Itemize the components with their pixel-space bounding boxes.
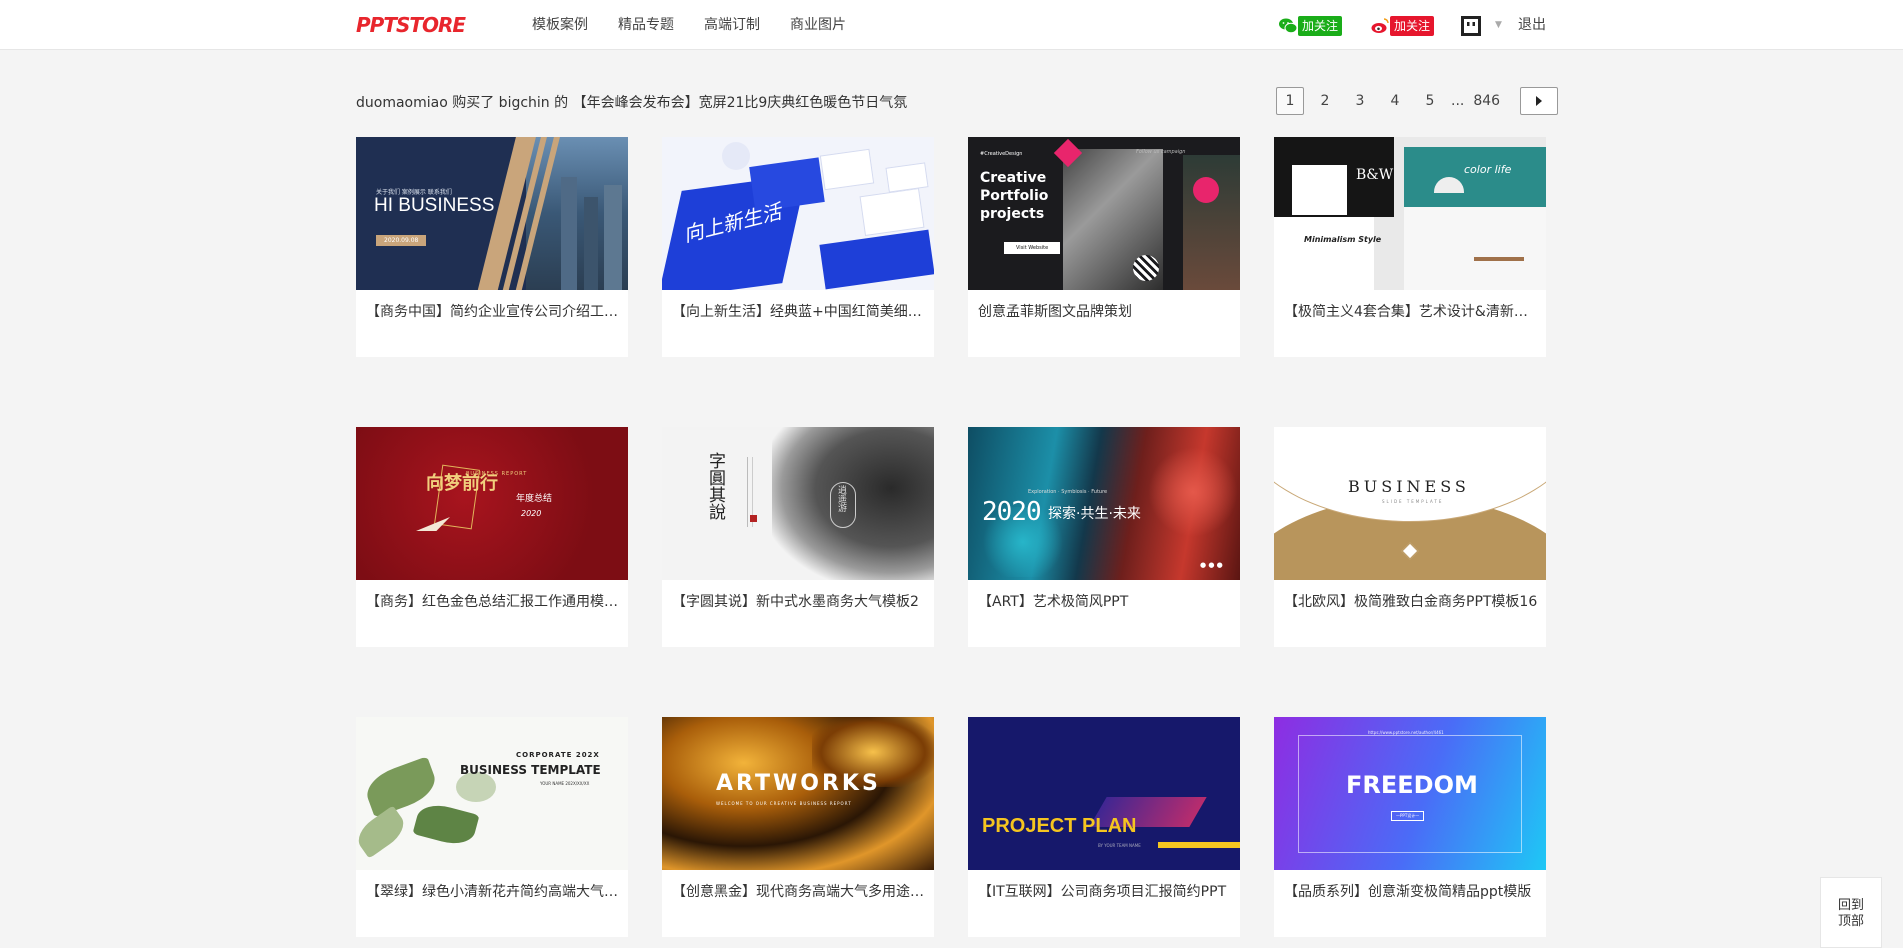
thumb-text: BUSINESS REPORT: [466, 471, 528, 477]
template-card[interactable]: ARTWORKS WELCOME TO OUR CREATIVE BUSINES…: [662, 717, 934, 937]
weibo-icon: [1371, 18, 1389, 33]
page-ellipsis: ...: [1451, 93, 1465, 109]
page-1[interactable]: 1: [1276, 87, 1304, 115]
thumb-text: color life: [1464, 163, 1512, 176]
template-card[interactable]: B&W color life Minimalism Style 【极简主义4套合…: [1274, 137, 1546, 357]
wechat-follow-label: 加关注: [1298, 16, 1343, 36]
thumb-heading: HI BUSINESS: [374, 195, 495, 216]
next-page-button[interactable]: [1520, 87, 1559, 115]
thumb-heading: 2020: [982, 497, 1042, 527]
card-title[interactable]: 【IT互联网】公司商务项目汇报简约PPT: [978, 882, 1232, 902]
thumb-text: Exploration · Symbiosis · Future: [1028, 489, 1108, 495]
card-thumbnail[interactable]: Exploration · Symbiosis · Future 2020 探索…: [968, 427, 1240, 580]
card-title[interactable]: 【商务中国】简约企业宣传公司介绍工作汇报PPT模板: [366, 302, 620, 322]
template-card[interactable]: 逍遥游 字圓其說 【字圆其说】新中式水墨商务大气模板2: [662, 427, 934, 647]
thumb-text: Follow us campaign: [1136, 149, 1186, 155]
card-thumbnail[interactable]: 关于我们 案例展示 联系我们 HI BUSINESS 2020.09.08: [356, 137, 628, 290]
thumb-icons: ● ● ●: [1200, 561, 1223, 569]
thumb-heading: 字圓其說: [705, 452, 725, 520]
card-thumbnail[interactable]: 逍遥游 字圓其說: [662, 427, 934, 580]
card-thumbnail[interactable]: CORPORATE 202X BUSINESS TEMPLATE YOUR NA…: [356, 717, 628, 870]
thumb-text: SLIDE TEMPLATE: [1382, 499, 1444, 504]
thumb-text: #CreativeDesign: [980, 151, 1023, 157]
template-card[interactable]: CORPORATE 202X BUSINESS TEMPLATE YOUR NA…: [356, 717, 628, 937]
template-card[interactable]: https://www.pptstore.net/author/4461 FRE…: [1274, 717, 1546, 937]
thumb-heading: BUSINESS: [1348, 477, 1470, 496]
user-avatar-icon[interactable]: [1460, 15, 1482, 37]
thumb-text: 探索·共生·未来: [1048, 506, 1141, 522]
thumb-heading: BUSINESS TEMPLATE: [460, 763, 601, 777]
user-menu-caret-icon[interactable]: ▼: [1495, 20, 1502, 30]
purchase-ticker[interactable]: duomaomiao 购买了 bigchin 的 【年会峰会发布会】宽屏21比9…: [356, 92, 907, 112]
pagination: 1 2 3 4 5 ... 846: [1276, 87, 1559, 115]
card-thumbnail[interactable]: 向上新生活: [662, 137, 934, 290]
thumb-text: YOUR NAME 202X/XX/XX: [540, 781, 590, 786]
template-card[interactable]: Exploration · Symbiosis · Future 2020 探索…: [968, 427, 1240, 647]
thumb-text: 年度总结: [516, 494, 553, 504]
thumb-date: 2020.09.08: [376, 235, 427, 246]
template-card[interactable]: 向上新生活 【向上新生活】经典蓝+中国红简美细致PPT模板: [662, 137, 934, 357]
thumb-text: https://www.pptstore.net/author/4461: [1368, 730, 1444, 735]
weibo-follow-button[interactable]: 加关注: [1370, 15, 1435, 37]
card-title[interactable]: 【向上新生活】经典蓝+中国红简美细致PPT模板: [672, 302, 926, 322]
template-card[interactable]: 向梦前行 BUSINESS REPORT 年度总结 2020 【商务】红色金色总…: [356, 427, 628, 647]
weibo-follow-label: 加关注: [1390, 16, 1435, 36]
thumb-heading: ARTWORKS: [716, 771, 881, 796]
back-to-top-button[interactable]: 回到 顶部: [1820, 877, 1882, 948]
site-logo[interactable]: PPTSTORE: [356, 14, 466, 36]
card-title[interactable]: 【北欧风】极简雅致白金商务PPT模板16: [1284, 592, 1538, 612]
page-5[interactable]: 5: [1416, 87, 1444, 115]
top-header: PPTSTORE 模板案例 精品专题 高端订制 商业图片 加关注 加关注 ▼ 退…: [0, 0, 1903, 50]
template-card[interactable]: 关于我们 案例展示 联系我们 HI BUSINESS 2020.09.08 【商…: [356, 137, 628, 357]
card-title[interactable]: 【创意黑金】现代商务高端大气多用途PPT模板: [672, 882, 926, 902]
back-to-top-label: 回到: [1837, 898, 1864, 913]
card-thumbnail[interactable]: ARTWORKS WELCOME TO OUR CREATIVE BUSINES…: [662, 717, 934, 870]
thumb-heading: FREEDOM: [1346, 771, 1478, 799]
card-title[interactable]: 【翠绿】绿色小清新花卉简约高端大气PPT模板: [366, 882, 620, 902]
card-title[interactable]: 【极简主义4套合集】艺术设计&清新简约PPT模板: [1284, 302, 1538, 322]
card-thumbnail[interactable]: https://www.pptstore.net/author/4461 FRE…: [1274, 717, 1546, 870]
card-thumbnail[interactable]: B&W color life Minimalism Style: [1274, 137, 1546, 290]
card-title[interactable]: 【字圆其说】新中式水墨商务大气模板2: [672, 592, 926, 612]
card-title[interactable]: 【品质系列】创意渐变极简精品ppt模版: [1284, 882, 1538, 902]
thumb-stamp: 逍遥游: [836, 485, 846, 512]
card-thumbnail[interactable]: PROJECT PLAN BY YOUR TEAM NAME: [968, 717, 1240, 870]
thumb-text: B&W: [1356, 167, 1394, 183]
main-nav: 模板案例 精品专题 高端订制 商业图片: [532, 0, 876, 50]
thumb-text: Minimalism Style: [1304, 235, 1382, 244]
thumb-heading: PROJECT PLAN: [982, 815, 1137, 837]
template-card[interactable]: PROJECT PLAN BY YOUR TEAM NAME 【IT互联网】公司…: [968, 717, 1240, 937]
wechat-follow-button[interactable]: 加关注: [1278, 15, 1343, 37]
card-thumbnail[interactable]: BUSINESS SLIDE TEMPLATE: [1274, 427, 1546, 580]
nav-business-images[interactable]: 商业图片: [790, 0, 846, 50]
thumb-heading: Creative Portfolio projects: [980, 170, 1049, 222]
logout-link[interactable]: 退出: [1518, 0, 1546, 50]
template-card[interactable]: BUSINESS SLIDE TEMPLATE 【北欧风】极简雅致白金商务PPT…: [1274, 427, 1546, 647]
page-last[interactable]: 846: [1468, 87, 1505, 115]
card-title[interactable]: 创意孟菲斯图文品牌策划: [978, 302, 1232, 322]
card-thumbnail[interactable]: #CreativeDesign Follow us campaign Creat…: [968, 137, 1240, 290]
card-thumbnail[interactable]: 向梦前行 BUSINESS REPORT 年度总结 2020: [356, 427, 628, 580]
page-2[interactable]: 2: [1311, 87, 1339, 115]
thumb-button: Visit Website: [1004, 242, 1061, 254]
thumb-text: —PPT设计—: [1391, 811, 1425, 821]
thumb-text: 2020: [521, 509, 542, 518]
caret-right-icon: [1536, 96, 1543, 106]
back-to-top-label: 顶部: [1837, 914, 1864, 929]
card-title[interactable]: 【商务】红色金色总结汇报工作通用模板PPT: [366, 592, 620, 612]
wechat-icon: [1279, 18, 1298, 34]
thumb-text: CORPORATE 202X: [516, 751, 600, 759]
thumb-text: BY YOUR TEAM NAME: [1098, 843, 1141, 848]
template-card[interactable]: #CreativeDesign Follow us campaign Creat…: [968, 137, 1240, 357]
nav-featured[interactable]: 精品专题: [618, 0, 674, 50]
page-3[interactable]: 3: [1346, 87, 1374, 115]
page-4[interactable]: 4: [1381, 87, 1409, 115]
nav-custom[interactable]: 高端订制: [704, 0, 760, 50]
nav-templates[interactable]: 模板案例: [532, 0, 588, 50]
card-title[interactable]: 【ART】艺术极简风PPT: [978, 592, 1232, 612]
thumb-text: WELCOME TO OUR CREATIVE BUSINESS REPORT: [716, 801, 852, 806]
